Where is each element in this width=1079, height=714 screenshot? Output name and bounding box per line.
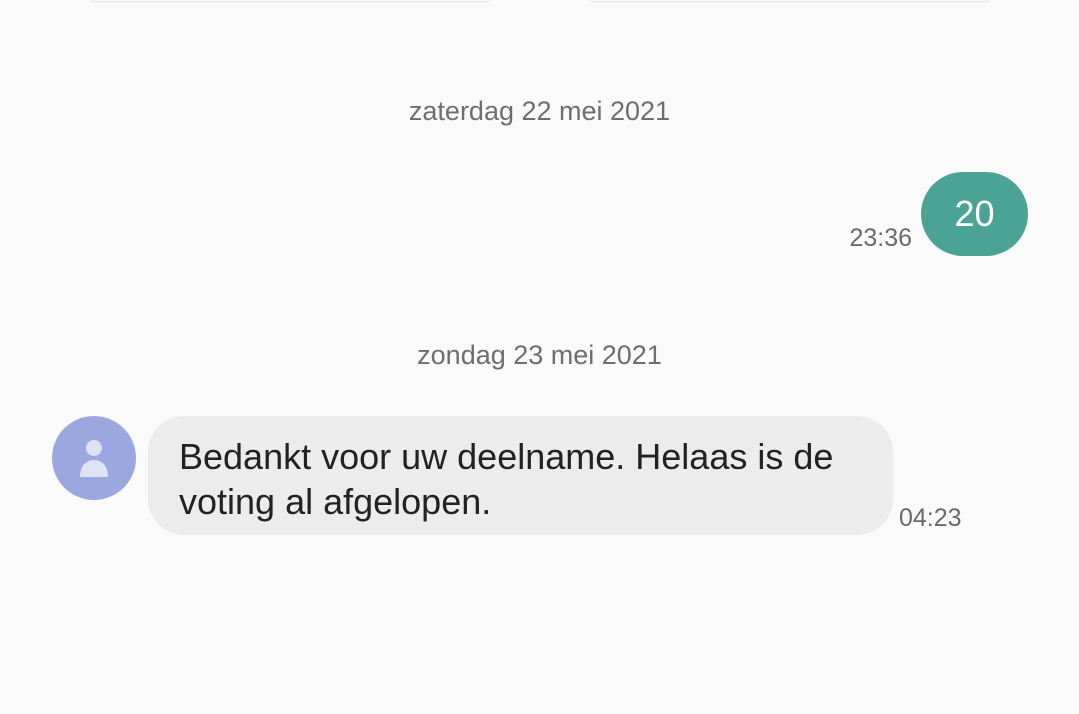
date-separator: zaterdag 22 mei 2021 bbox=[408, 96, 671, 126]
top-card-edge-left bbox=[88, 0, 492, 2]
contact-avatar[interactable] bbox=[52, 416, 136, 500]
sent-message-bubble[interactable]: 20 bbox=[921, 172, 1028, 256]
received-message-bubble[interactable]: Bedankt voor uw deelname. Helaas is de v… bbox=[148, 416, 893, 535]
received-message-time: 04:23 bbox=[899, 504, 962, 532]
person-icon bbox=[80, 440, 108, 477]
top-card-edge-right bbox=[588, 0, 992, 2]
sent-message-time: 23:36 bbox=[849, 224, 912, 252]
date-separator: zondag 23 mei 2021 bbox=[417, 340, 662, 370]
